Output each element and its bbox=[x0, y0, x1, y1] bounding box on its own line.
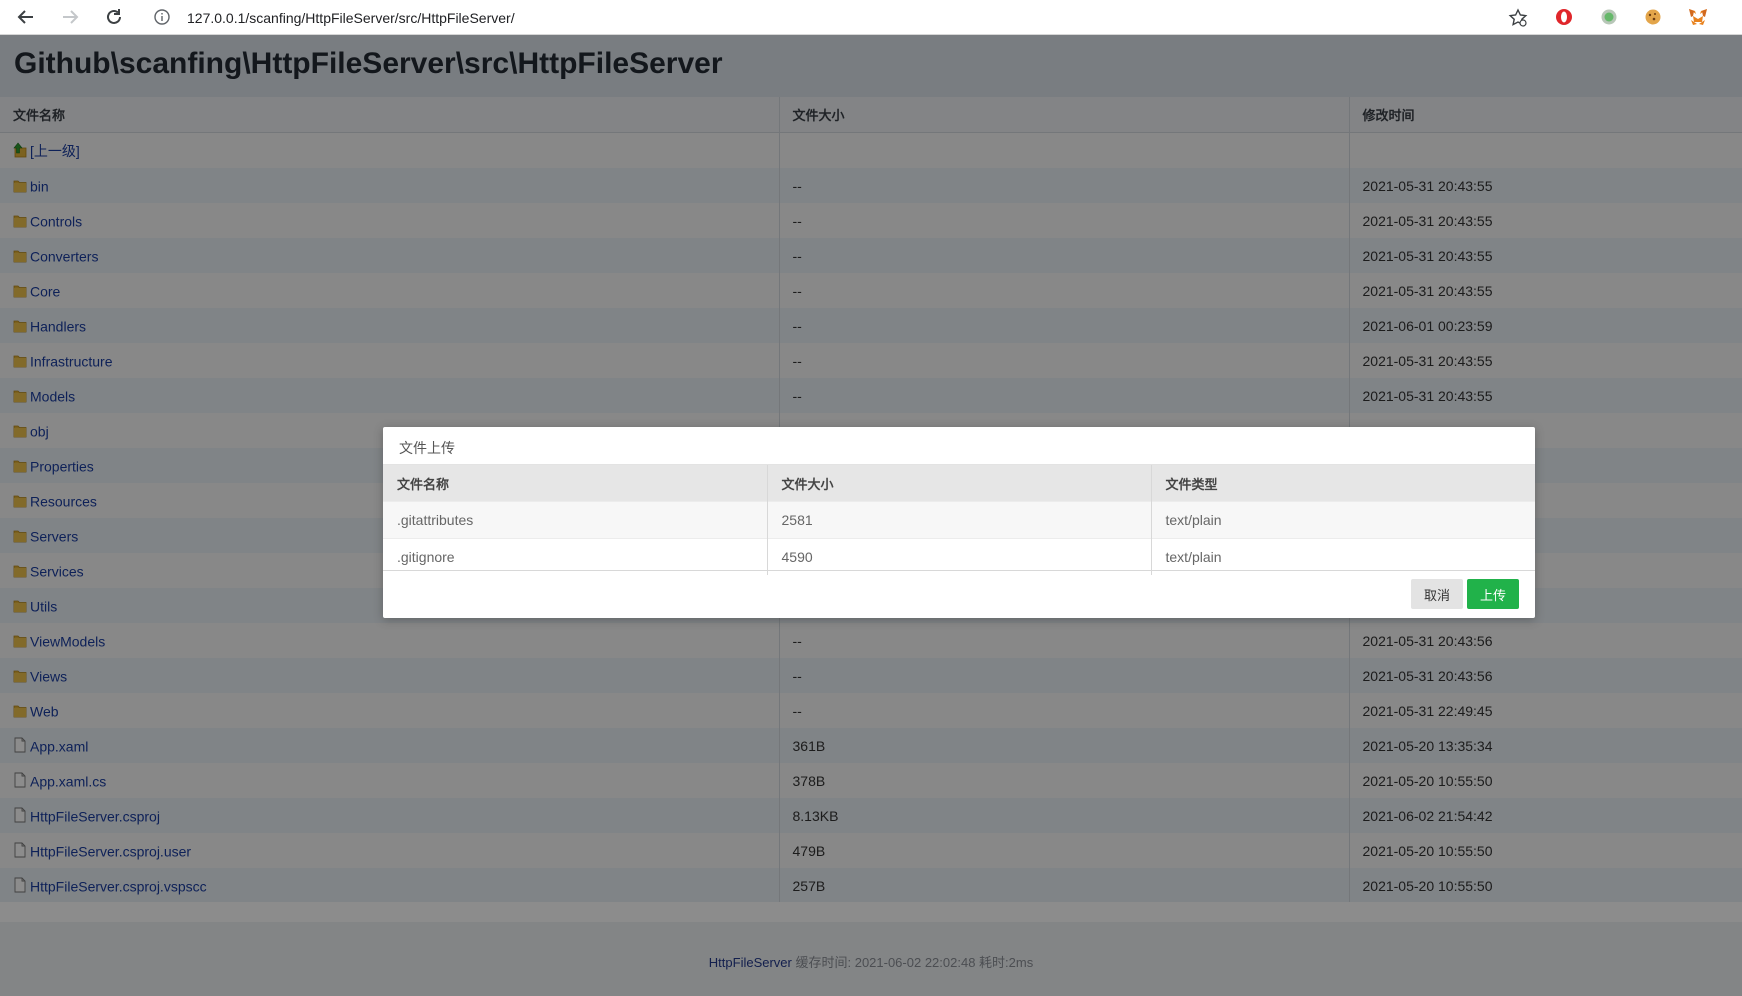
site-info-icon[interactable] bbox=[154, 9, 170, 30]
upload-dialog-title: 文件上传 bbox=[383, 427, 1535, 465]
upload-column-name: 文件名称 bbox=[383, 465, 768, 502]
address-bar[interactable]: 127.0.0.1/scanfing/HttpFileServer/src/Ht… bbox=[142, 3, 1536, 32]
url-text: 127.0.0.1/scanfing/HttpFileServer/src/Ht… bbox=[187, 10, 515, 26]
metamask-fox-icon[interactable] bbox=[1688, 8, 1707, 26]
upload-column-size: 文件大小 bbox=[767, 465, 1152, 502]
back-icon[interactable] bbox=[14, 5, 38, 29]
upload-dialog-footer: 取消 上传 bbox=[383, 570, 1535, 619]
opera-extension-icon[interactable] bbox=[1555, 8, 1573, 26]
upload-file-type: text/plain bbox=[1151, 501, 1535, 539]
upload-file-size: 2581 bbox=[767, 501, 1152, 539]
upload-file-row: .gitattributes 2581 text/plain bbox=[383, 501, 1535, 539]
browser-toolbar: 127.0.0.1/scanfing/HttpFileServer/src/Ht… bbox=[0, 0, 1742, 35]
upload-dialog: 文件上传 文件名称 文件大小 文件类型 .gitattributes 2581 … bbox=[383, 427, 1535, 618]
upload-column-type: 文件类型 bbox=[1151, 465, 1535, 502]
upload-button[interactable]: 上传 bbox=[1467, 579, 1519, 609]
reload-icon[interactable] bbox=[102, 5, 126, 29]
bookmark-star-icon[interactable] bbox=[1508, 8, 1528, 33]
cancel-button[interactable]: 取消 bbox=[1411, 579, 1463, 609]
upload-file-table: 文件名称 文件大小 文件类型 .gitattributes 2581 text/… bbox=[383, 465, 1535, 575]
forward-icon[interactable] bbox=[58, 5, 82, 29]
cookie-extension-icon[interactable] bbox=[1644, 8, 1662, 26]
upload-file-name: .gitattributes bbox=[383, 501, 768, 539]
green-circle-extension-icon[interactable] bbox=[1600, 8, 1618, 26]
